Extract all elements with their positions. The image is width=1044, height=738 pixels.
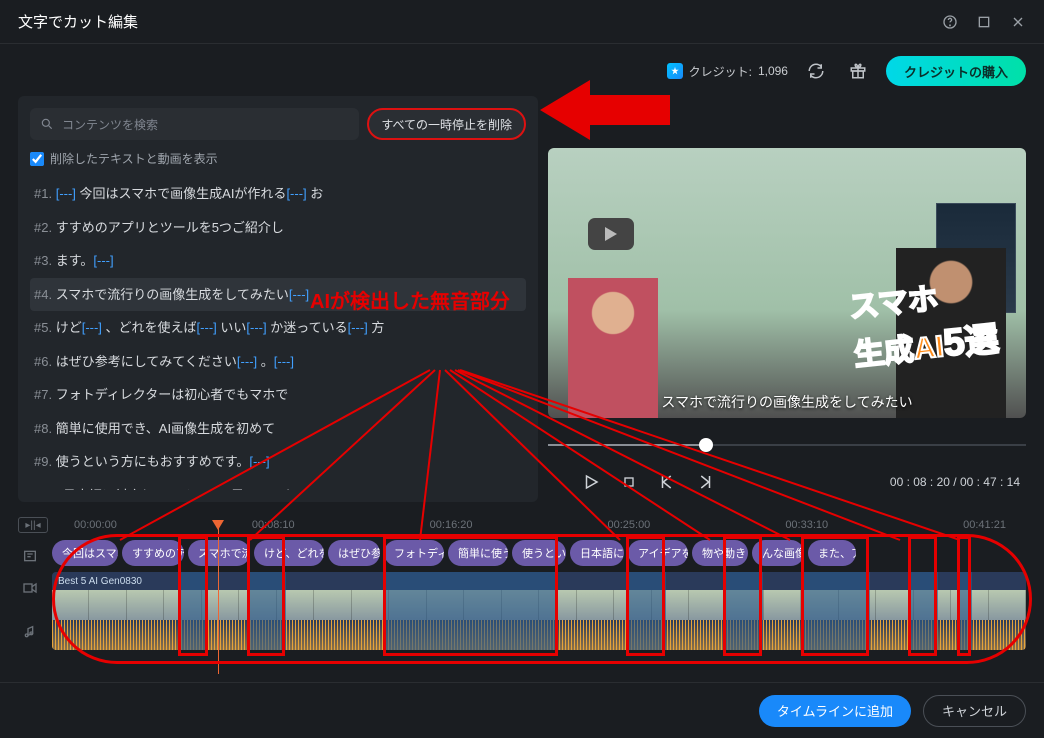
next-frame-button[interactable] bbox=[692, 469, 718, 495]
annotation-arrow bbox=[540, 75, 670, 145]
ruler-time: 00:00:00 bbox=[74, 519, 117, 531]
ruler-time: 00:08:10 bbox=[252, 519, 295, 531]
annotation-box bbox=[626, 536, 665, 656]
search-icon bbox=[40, 117, 54, 131]
timeline-toggle[interactable]: ▸||◂ bbox=[18, 517, 48, 533]
annotation-box bbox=[801, 536, 869, 656]
show-removed-checkbox[interactable]: 削除したテキストと動画を表示 bbox=[30, 150, 526, 167]
credit-badge: クレジット: 1,096 bbox=[667, 63, 788, 80]
video-preview[interactable]: スマホ 生成AI5選 スマホで流行りの画像生成をしてみたい bbox=[548, 148, 1026, 418]
transcript-line[interactable]: #7. フォトディレクターは初心者でもマホで bbox=[30, 378, 526, 412]
ruler-time: 00:41:21 bbox=[963, 519, 1006, 531]
annotation-box bbox=[908, 536, 937, 656]
transcript-line[interactable]: #5. けど[---] 、どれを使えば[---] いい[---] か迷っている[… bbox=[30, 311, 526, 345]
transcript-line[interactable]: #3. ます。[---] bbox=[30, 244, 526, 278]
stop-button[interactable] bbox=[616, 469, 642, 495]
ruler-time: 00:33:10 bbox=[785, 519, 828, 531]
search-placeholder: コンテンツを検索 bbox=[62, 116, 158, 133]
refresh-icon[interactable] bbox=[802, 57, 830, 85]
transcript-line[interactable]: #2. すすめのアプリとツールを5つご紹介し bbox=[30, 211, 526, 245]
transcript-line[interactable]: #1. [---] 今回はスマホで画像生成AIが作れる[---] お bbox=[30, 177, 526, 211]
clip-name: Best 5 AI Gen0830 bbox=[58, 576, 142, 587]
scrub-handle[interactable] bbox=[699, 438, 713, 452]
credit-value: 1,096 bbox=[758, 64, 788, 78]
transcript-lines: #1. [---] 今回はスマホで画像生成AIが作れる[---] お#2. すす… bbox=[30, 177, 526, 490]
transcript-line[interactable]: #6. はぜひ参考にしてみてください[---] 。[---] bbox=[30, 345, 526, 379]
annotation-box bbox=[178, 536, 207, 656]
cancel-button[interactable]: キャンセル bbox=[923, 695, 1026, 727]
credit-label: クレジット: bbox=[689, 63, 752, 80]
annotation-box bbox=[957, 536, 972, 656]
timecode: 00 : 08 : 20 / 00 : 47 : 14 bbox=[890, 475, 1020, 489]
youtube-play-icon bbox=[588, 218, 634, 250]
buy-credits-button[interactable]: クレジットの購入 bbox=[886, 56, 1026, 86]
annotation-box bbox=[723, 536, 762, 656]
annotation-label: AIが検出した無音部分 bbox=[310, 285, 510, 314]
ruler-time: 00:16:20 bbox=[430, 519, 473, 531]
add-to-timeline-button[interactable]: タイムラインに追加 bbox=[759, 695, 911, 727]
window-title: 文字でカット編集 bbox=[18, 11, 138, 32]
annotation-box bbox=[247, 536, 286, 656]
help-icon[interactable] bbox=[942, 14, 958, 30]
scrub-bar[interactable] bbox=[548, 428, 1026, 462]
transcript-line[interactable]: #8. 簡単に使用でき、AI画像生成を初めて bbox=[30, 412, 526, 446]
transcript-line[interactable]: #10. 日本語に対応しているので、思いついた bbox=[30, 479, 526, 491]
show-removed-input[interactable] bbox=[30, 152, 44, 166]
audio-track-icon bbox=[18, 620, 42, 644]
video-caption: スマホで流行りの画像生成をしてみたい bbox=[548, 392, 1026, 412]
maximize-icon[interactable] bbox=[976, 14, 992, 30]
video-track-icon bbox=[18, 576, 42, 600]
show-removed-label: 削除したテキストと動画を表示 bbox=[50, 150, 218, 167]
video-overlay-text: スマホ 生成AI5選 bbox=[846, 268, 1000, 376]
gift-icon[interactable] bbox=[844, 57, 872, 85]
transcript-line[interactable]: #9. 使うという方にもおすすめです。[---] bbox=[30, 445, 526, 479]
text-track-icon bbox=[18, 544, 42, 568]
play-button[interactable] bbox=[578, 469, 604, 495]
prev-frame-button[interactable] bbox=[654, 469, 680, 495]
search-input[interactable]: コンテンツを検索 bbox=[30, 108, 359, 140]
ruler-time: 00:25:00 bbox=[607, 519, 650, 531]
timeline-ruler: 00:00:00 00:08:10 00:16:20 00:25:00 00:33:10… bbox=[54, 519, 1026, 531]
annotation-box bbox=[383, 536, 558, 656]
remove-all-pauses-button[interactable]: すべての一時停止を削除 bbox=[367, 108, 526, 140]
close-icon[interactable] bbox=[1010, 14, 1026, 30]
